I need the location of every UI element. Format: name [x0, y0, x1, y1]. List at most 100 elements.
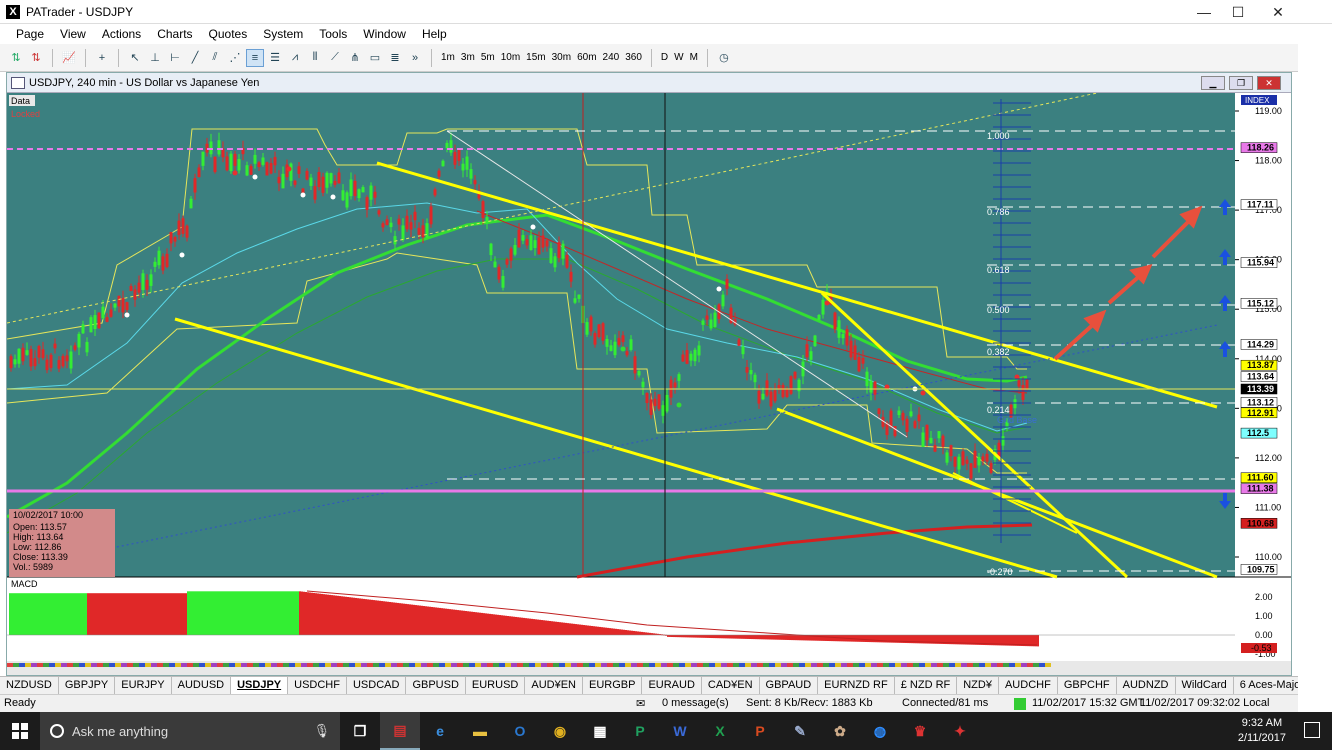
cycle-lines-icon[interactable]: ⦀ — [306, 49, 324, 67]
maximize-button[interactable]: ☐ — [1218, 0, 1258, 24]
timeframe-15m[interactable]: 15m — [523, 49, 548, 67]
symbol-tab-aud-en[interactable]: AUD¥EN — [525, 677, 583, 694]
system-clock[interactable]: 9:32 AM 2/11/2017 — [1238, 716, 1286, 746]
menu-charts[interactable]: Charts — [149, 24, 200, 44]
speed-lines-icon[interactable]: ⟋ — [326, 49, 344, 67]
period-daily[interactable]: D — [658, 49, 671, 67]
notification-icon[interactable] — [1304, 722, 1320, 738]
timeframe-240[interactable]: 240 — [600, 49, 623, 67]
time-strip-cell — [157, 663, 163, 667]
symbol-tab-gbpaud[interactable]: GBPAUD — [760, 677, 819, 694]
price-chart[interactable]: 1.000 0.786 0.618 0.500 0.382 0.214 -0.2… — [7, 93, 1291, 675]
pitchfork-icon[interactable]: ⋔ — [346, 49, 364, 67]
word-icon[interactable]: W — [660, 712, 700, 750]
macd-bar — [347, 597, 349, 635]
zoom-icon[interactable]: ◍ — [860, 712, 900, 750]
timeframe-60m[interactable]: 60m — [574, 49, 599, 67]
notes-icon[interactable]: ✎ — [780, 712, 820, 750]
app-red-icon[interactable]: ♛ — [900, 712, 940, 750]
symbol-tab-nzd-[interactable]: NZD¥ — [957, 677, 999, 694]
menu-system[interactable]: System — [255, 24, 311, 44]
fib-retracement-icon[interactable]: ≡ — [246, 48, 264, 67]
mail-icon[interactable]: ✉ — [636, 697, 645, 710]
symbol-tab-audchf[interactable]: AUDCHF — [999, 677, 1058, 694]
excel-icon[interactable]: X — [700, 712, 740, 750]
macd-bar — [497, 614, 499, 635]
chart-type-icon[interactable]: 📈 — [60, 49, 78, 67]
start-button[interactable] — [0, 712, 40, 750]
menu-page[interactable]: Page — [8, 24, 52, 44]
symbol-tab-6-aces-majors[interactable]: 6 Aces-Majors — [1234, 677, 1298, 694]
buy-arrows-icon[interactable]: ⇅ — [7, 49, 25, 67]
macd-bar — [699, 635, 701, 638]
menu-view[interactable]: View — [52, 24, 94, 44]
symbol-tab-gbpjpy[interactable]: GBPJPY — [59, 677, 116, 694]
calculator-icon[interactable]: ▦ — [580, 712, 620, 750]
symbol-tab-usdjpy[interactable]: USDJPY — [231, 677, 289, 694]
text-tool-icon[interactable]: ≣ — [386, 49, 404, 67]
taskbar-search[interactable]: Ask me anything 🎙 — [40, 712, 340, 750]
timeframe-1m[interactable]: 1m — [438, 49, 458, 67]
task-view-icon[interactable]: ❐ — [340, 712, 380, 750]
chart-restore-button[interactable]: ❐ — [1229, 76, 1253, 90]
chart-minimize-button[interactable]: ▁ — [1201, 76, 1225, 90]
menu-window[interactable]: Window — [355, 24, 414, 44]
horizontal-line-icon[interactable]: ⊥ — [146, 49, 164, 67]
outlook-icon[interactable]: O — [500, 712, 540, 750]
symbol-tab-eurnzd-rf[interactable]: EURNZD RF — [818, 677, 895, 694]
symbol-tab-euraud[interactable]: EURAUD — [642, 677, 702, 694]
menu-quotes[interactable]: Quotes — [201, 24, 256, 44]
timeframe-30m[interactable]: 30m — [549, 49, 574, 67]
trend-line-icon[interactable]: ╱ — [186, 49, 204, 67]
symbol-tab-eurjpy[interactable]: EURJPY — [115, 677, 172, 694]
symbol-tab-eurgbp[interactable]: EURGBP — [583, 677, 643, 694]
vertical-line-icon[interactable]: ⊢ — [166, 49, 184, 67]
edge-icon[interactable]: e — [420, 712, 460, 750]
app-red-bird-icon[interactable]: ✦ — [940, 712, 980, 750]
more-tools-icon[interactable]: » — [406, 49, 424, 67]
symbol-tab-audusd[interactable]: AUDUSD — [172, 677, 232, 694]
symbol-tab-wildcard[interactable]: WildCard — [1176, 677, 1234, 694]
channel-icon[interactable]: ⫽ — [206, 49, 224, 67]
symbol-tab-gbpchf[interactable]: GBPCHF — [1058, 677, 1117, 694]
tools-icon[interactable]: ✿ — [820, 712, 860, 750]
menu-actions[interactable]: Actions — [94, 24, 149, 44]
clock-icon[interactable]: ◷ — [715, 49, 733, 67]
menu-help[interactable]: Help — [414, 24, 455, 44]
rectangle-icon[interactable]: ▭ — [366, 49, 384, 67]
macd-bar — [547, 620, 549, 635]
file-explorer-icon[interactable]: ▬ — [460, 712, 500, 750]
timeframe-10m[interactable]: 10m — [498, 49, 523, 67]
symbol-tab-nzdusd[interactable]: NZDUSD — [0, 677, 59, 694]
symbol-tab-usdchf[interactable]: USDCHF — [288, 677, 347, 694]
close-button[interactable]: ✕ — [1258, 0, 1298, 24]
symbol-tab-eurusd[interactable]: EURUSD — [466, 677, 526, 694]
macd-bar — [503, 615, 505, 635]
symbol-tab-usdcad[interactable]: USDCAD — [347, 677, 407, 694]
publisher-icon[interactable]: P — [620, 712, 660, 750]
macd-bar — [601, 627, 603, 635]
period-monthly[interactable]: M — [687, 49, 701, 67]
fan-icon[interactable]: ⋰ — [226, 49, 244, 67]
fib-extension-icon[interactable]: ☰ — [266, 49, 284, 67]
macd-bar — [37, 593, 39, 635]
menu-tools[interactable]: Tools — [311, 24, 355, 44]
time-strip-cell — [1009, 663, 1015, 667]
patrader-taskbar-icon[interactable]: ▤ — [380, 712, 420, 750]
timeframe-360[interactable]: 360 — [622, 49, 645, 67]
sell-arrows-icon[interactable]: ⇅ — [27, 49, 45, 67]
microphone-icon[interactable]: 🎙 — [313, 723, 330, 739]
gann-icon[interactable]: ⩘ — [286, 49, 304, 67]
chart-close-button[interactable]: ✕ — [1257, 76, 1281, 90]
chrome-icon[interactable]: ◉ — [540, 712, 580, 750]
crosshair-icon[interactable]: + — [93, 49, 111, 67]
timeframe-3m[interactable]: 3m — [458, 49, 478, 67]
symbol-tab-audnzd[interactable]: AUDNZD — [1117, 677, 1176, 694]
symbol-tab-gbpusd[interactable]: GBPUSD — [406, 677, 466, 694]
powerpoint-icon[interactable]: P — [740, 712, 780, 750]
pointer-icon[interactable]: ↖ — [126, 49, 144, 67]
timeframe-5m[interactable]: 5m — [478, 49, 498, 67]
symbol-tab-cad-en[interactable]: CAD¥EN — [702, 677, 760, 694]
symbol-tab--nzd-rf[interactable]: £ NZD RF — [895, 677, 958, 694]
period-weekly[interactable]: W — [671, 49, 686, 67]
